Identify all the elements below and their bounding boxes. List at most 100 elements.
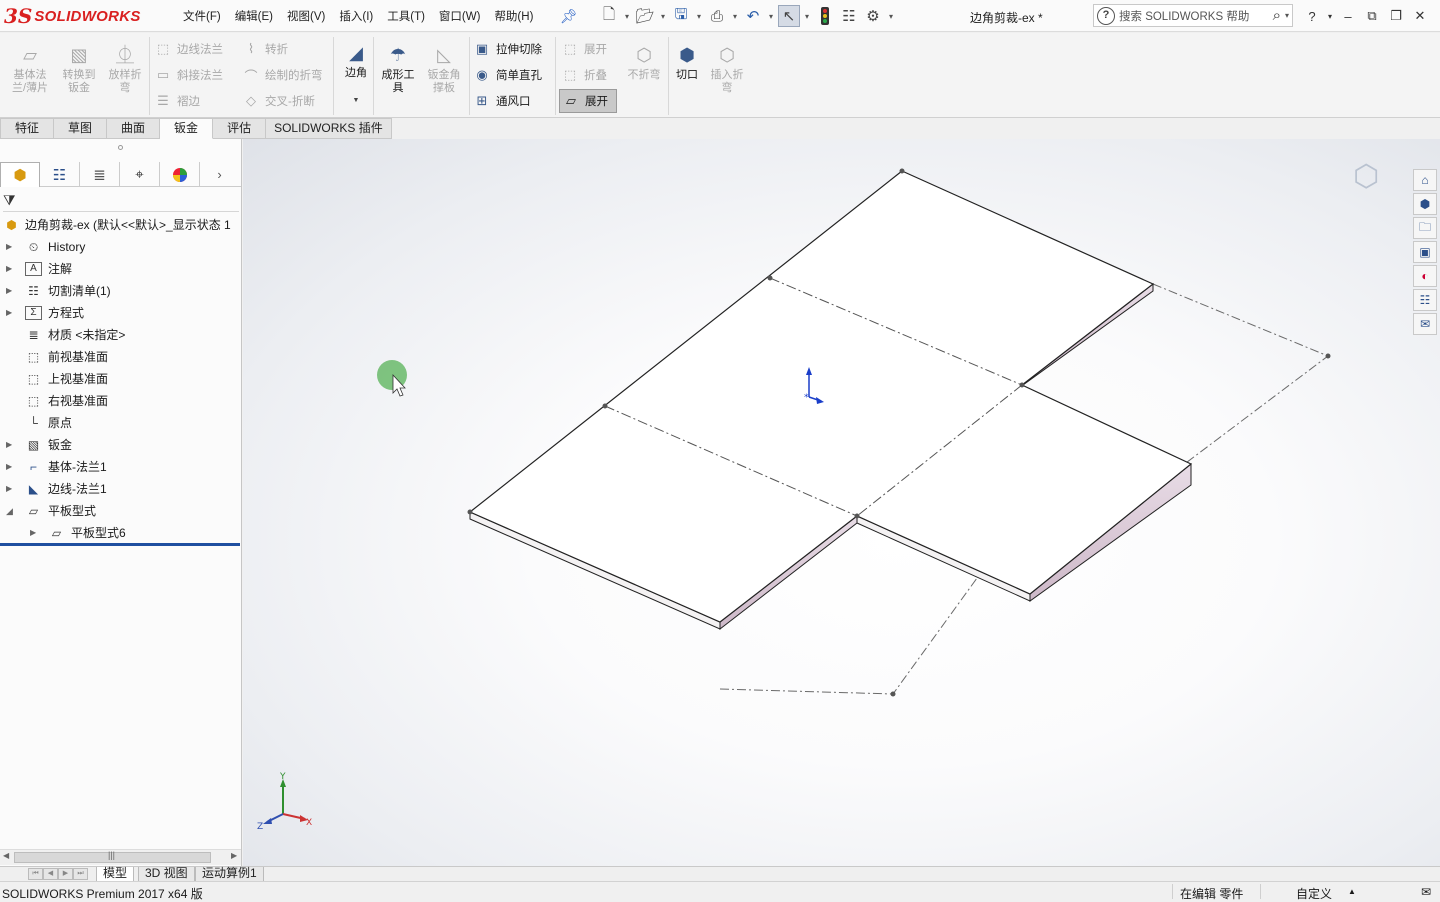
jog-button[interactable]: ⌇ 转折 (242, 38, 288, 60)
search-icon[interactable]: ⌕ (1273, 7, 1281, 24)
file-properties-icon[interactable]: ☷ (838, 5, 860, 27)
edit-appearance-icon[interactable]: ◐ (880, 139, 902, 143)
solidworks-resources-icon[interactable]: ⌂ (1413, 169, 1437, 191)
lofted-bend-button[interactable]: ⏂ 放样折 弯 (103, 43, 147, 95)
edge-flange-button[interactable]: ⬚ 边线法兰 (154, 38, 223, 60)
convert-to-sheetmetal-button[interactable]: ▧ 转换到 钣金 (57, 43, 101, 95)
tree-item-front-plane[interactable]: ⬚ 前视基准面 (0, 346, 241, 368)
flatten-button[interactable]: ▱ 展开 (559, 89, 617, 113)
save-dropdown-icon[interactable]: ▾ (694, 12, 704, 21)
base-flange-button[interactable]: ▱ 基体法 兰/薄片 (8, 43, 52, 95)
tile-window-icon[interactable]: ❐ (1384, 8, 1408, 24)
select-pointer-icon[interactable]: ↖ (778, 5, 800, 27)
corners-button[interactable]: ◢ 边角 ▼ (334, 41, 378, 107)
tree-item-history[interactable]: ▶ ⏲ History (0, 236, 241, 258)
flat-pattern-model[interactable]: * (243, 139, 1440, 866)
hide-show-items-icon[interactable]: ◉ (846, 139, 868, 143)
next-tab-icon[interactable]: ▶ (58, 868, 73, 880)
expand-arrow-icon[interactable]: ▶ (6, 478, 12, 500)
menu-help[interactable]: 帮助(H) (487, 8, 540, 24)
tab-motion-study[interactable]: 运动算例1 (195, 867, 264, 882)
undo-dropdown-icon[interactable]: ▾ (766, 12, 776, 21)
miter-flange-button[interactable]: ▭ 斜接法兰 (154, 64, 223, 86)
search-placeholder[interactable]: 搜索 SOLIDWORKS 帮助 (1119, 8, 1273, 24)
select-dropdown-icon[interactable]: ▾ (802, 12, 812, 21)
solidworks-logo[interactable]: 3S SOLIDWORKS (4, 3, 141, 29)
save-icon[interactable]: 🖫 (670, 5, 692, 27)
dynamic-annotation-icon[interactable]: ✦ (755, 139, 777, 143)
more-tabs-chevron-icon[interactable]: › (200, 162, 239, 187)
expand-arrow-icon[interactable]: ▶ (6, 456, 12, 478)
tab-features[interactable]: 特征 (0, 118, 55, 139)
tree-item-cut-list[interactable]: ▶ ☷ 切割清单(1) (0, 280, 241, 302)
scroll-left-icon[interactable]: ◀ (3, 851, 9, 860)
view-palette-icon[interactable]: ▣ (1413, 241, 1437, 263)
previous-view-icon[interactable]: ↶ (709, 139, 731, 143)
options-dropdown-icon[interactable]: ▾ (886, 12, 896, 21)
search-dropdown-icon[interactable]: ▾ (1285, 11, 1289, 20)
view-orientation-icon[interactable]: ⬡ (778, 139, 800, 143)
appearances-icon[interactable]: ◐ (1413, 265, 1437, 287)
print-dropdown-icon[interactable]: ▾ (730, 12, 740, 21)
restore-down-icon[interactable]: ⧉ (1360, 8, 1384, 24)
sketched-bend-button[interactable]: ⌒ 绘制的折弯 (242, 64, 322, 86)
display-style-icon[interactable]: ▣ (812, 139, 834, 143)
rebuild-traffic-light-icon[interactable] (814, 5, 836, 27)
zoom-to-fit-icon[interactable]: ⌕ (663, 139, 685, 143)
unit-system-dropdown-icon[interactable]: ▲ (1348, 887, 1356, 896)
horizontal-scrollbar[interactable]: ◀ ||| ▶ (0, 849, 241, 865)
tree-item-annotations[interactable]: ▶ A 注解 (0, 258, 241, 280)
minimize-icon[interactable]: – (1336, 9, 1360, 24)
new-document-icon[interactable]: 🗋 (598, 5, 620, 27)
custom-properties-icon[interactable]: ☷ (1413, 289, 1437, 311)
section-view-icon[interactable]: ▧ (732, 139, 754, 143)
expand-arrow-icon[interactable]: ▶ (6, 236, 12, 258)
tree-item-sheetmetal[interactable]: ▶ ▧ 钣金 (0, 434, 241, 456)
undo-icon[interactable]: ↶ (742, 5, 764, 27)
help-search-box[interactable]: ? 搜索 SOLIDWORKS 帮助 ⌕ ▾ (1093, 4, 1293, 27)
design-library-icon[interactable]: ⬢ (1413, 193, 1437, 215)
insert-bends-button[interactable]: ⬡ 插入折 弯 (705, 43, 749, 95)
tree-item-base-flange[interactable]: ▶ ⌐ 基体-法兰1 (0, 456, 241, 478)
configuration-manager-tab-icon[interactable]: ≣ (80, 162, 120, 187)
forming-tool-button[interactable]: ☂ 成形工 具 (376, 43, 420, 95)
options-gear-icon[interactable]: ⚙ (862, 5, 884, 27)
property-manager-tab-icon[interactable]: ☷ (40, 162, 80, 187)
first-tab-icon[interactable]: ⏮ (28, 868, 43, 880)
menu-edit[interactable]: 编辑(E) (228, 8, 280, 24)
scroll-right-icon[interactable]: ▶ (231, 851, 237, 860)
tab-sketch[interactable]: 草图 (54, 118, 108, 139)
cross-break-button[interactable]: ◇ 交叉-折断 (242, 90, 315, 112)
tree-item-material[interactable]: ≣ 材质 <未指定> (0, 324, 241, 346)
sheetmetal-gusset-button[interactable]: ◺ 钣金角 撑板 (422, 43, 466, 95)
prev-tab-icon[interactable]: ◀ (43, 868, 58, 880)
last-tab-icon[interactable]: ⏭ (73, 868, 88, 880)
menu-tools[interactable]: 工具(T) (380, 8, 432, 24)
tab-sheetmetal[interactable]: 钣金 (160, 118, 214, 139)
simple-hole-button[interactable]: ◉ 简单直孔 (473, 64, 542, 86)
collapse-arrow-icon[interactable]: ◢ (6, 500, 13, 522)
quick-tips-icon[interactable]: ✉ (1421, 885, 1431, 899)
close-icon[interactable]: ✕ (1408, 8, 1432, 24)
help-icon[interactable]: ? (1300, 9, 1324, 24)
menu-insert[interactable]: 插入(I) (332, 8, 380, 24)
rollback-bar[interactable] (0, 543, 240, 546)
menu-window[interactable]: 窗口(W) (432, 8, 488, 24)
feature-manager-tab-icon[interactable]: ⬢ (0, 162, 40, 187)
fold-button[interactable]: ⬚ 折叠 (561, 64, 607, 86)
tab-surfaces[interactable]: 曲面 (107, 118, 161, 139)
expand-arrow-icon[interactable]: ▶ (6, 434, 12, 456)
tree-filter-icon[interactable]: ⧩ (3, 192, 239, 212)
no-bends-button[interactable]: ⬡ 不折弯 (622, 43, 666, 82)
dimxpert-tab-icon[interactable]: ⌖ (120, 162, 160, 187)
tree-item-flat-pattern[interactable]: ◢ ▱ 平板型式 (0, 500, 241, 522)
view-cube-icon[interactable]: ⬡ (1353, 159, 1379, 194)
unit-system[interactable]: 自定义 (1296, 885, 1332, 902)
apply-scene-icon[interactable]: ◒ (903, 139, 925, 143)
panel-grip-icon[interactable] (118, 145, 123, 150)
help-dropdown-icon[interactable]: ▾ (1324, 12, 1336, 21)
expand-arrow-icon[interactable]: ▶ (6, 258, 12, 280)
rip-button[interactable]: ⬢ 切口 (665, 43, 709, 82)
tree-item-equations[interactable]: ▶ Σ 方程式 (0, 302, 241, 324)
tab-evaluate[interactable]: 评估 (213, 118, 267, 139)
